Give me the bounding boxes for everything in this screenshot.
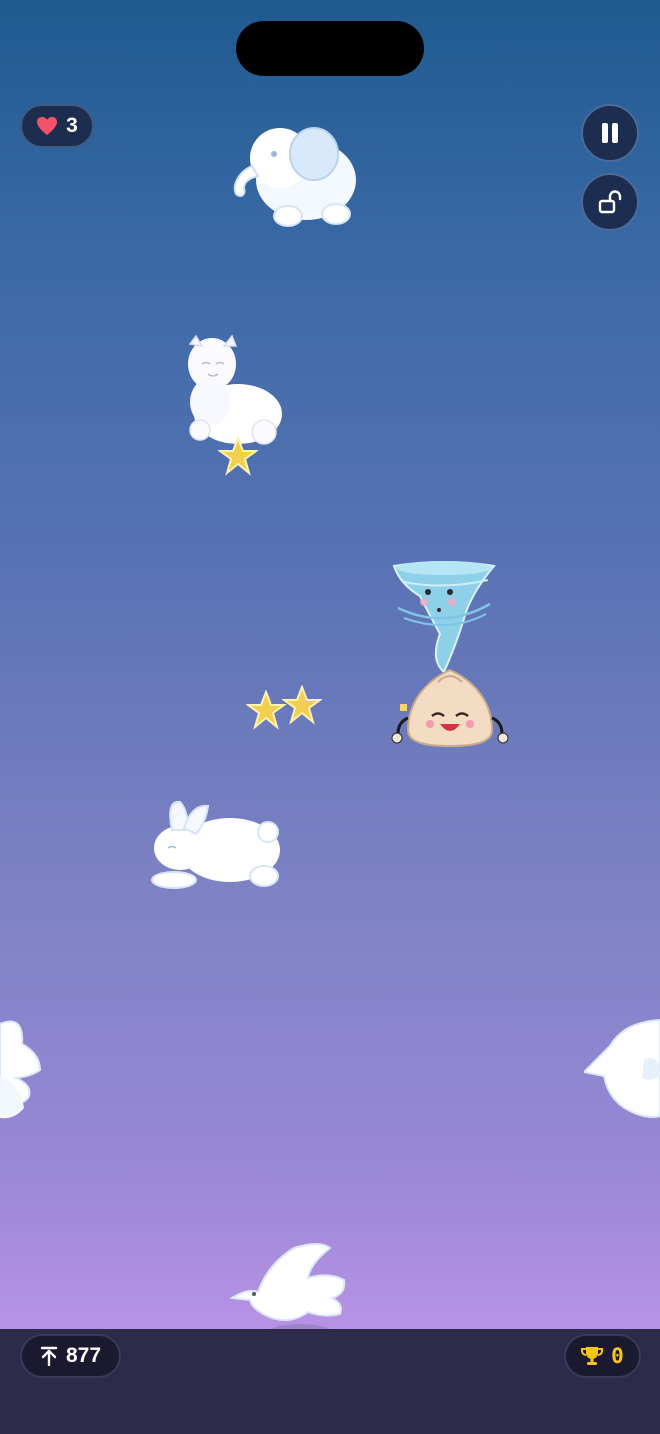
star-pickup-3: [282, 685, 322, 725]
star-pickup-1: [218, 436, 258, 476]
arrow-up-icon: [40, 1346, 58, 1366]
dynamic-island: [236, 21, 424, 76]
lives-value: 3: [66, 114, 78, 137]
trophy-icon: [581, 1347, 604, 1365]
dove-cloud-right: [584, 1018, 660, 1118]
lives-counter: 3: [20, 104, 94, 148]
pause-button[interactable]: [581, 104, 639, 162]
unlock-icon: [598, 190, 622, 214]
trophy-value: 0: [611, 1344, 624, 1368]
pause-icon: [602, 123, 618, 143]
tornado-hazard: [392, 561, 496, 674]
heart-icon: [37, 116, 58, 136]
height-score-value: 877: [65, 1344, 102, 1367]
star-pickup-2: [246, 690, 286, 730]
height-score-counter: 877: [20, 1334, 121, 1378]
game-stage[interactable]: 3 877 0: [0, 0, 660, 1434]
bunny-cloud-sprite: [151, 800, 280, 889]
dumpling-player: [391, 668, 509, 748]
unlock-button[interactable]: [581, 173, 639, 231]
dove-cloud-left: [0, 1020, 42, 1119]
elephant-cloud-sprite: [233, 127, 356, 227]
trophy-counter: 0: [564, 1334, 641, 1378]
